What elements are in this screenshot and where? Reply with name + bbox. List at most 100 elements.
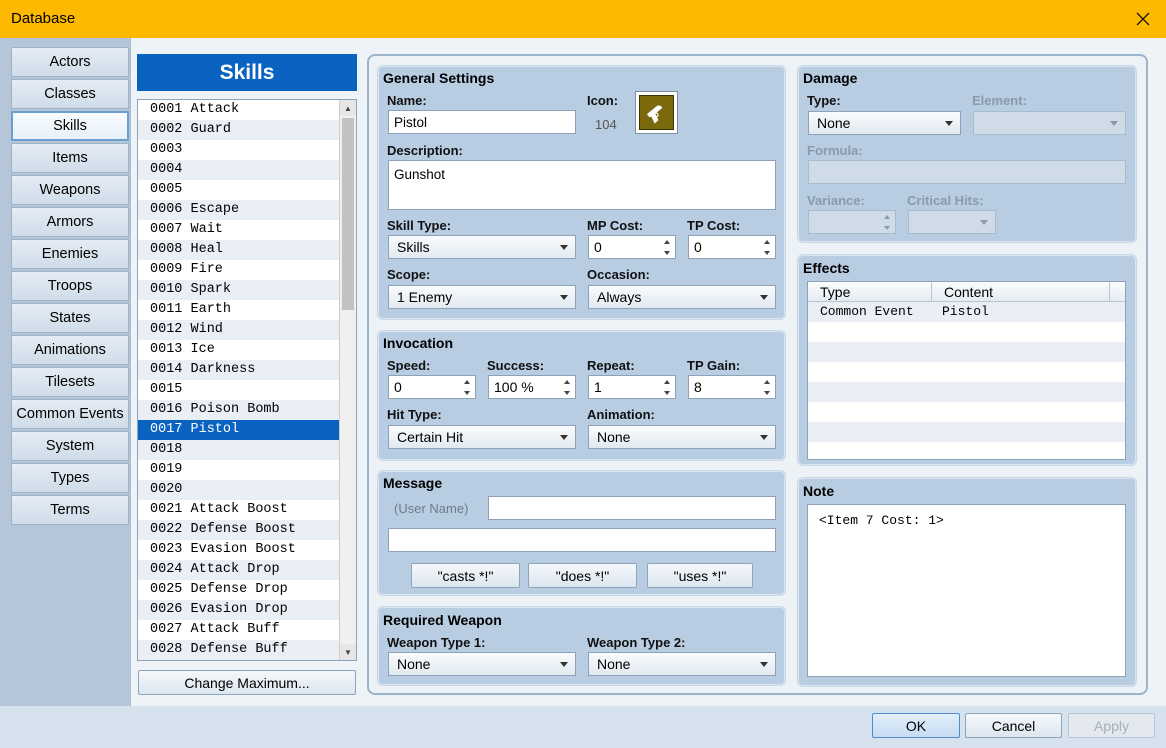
- list-item[interactable]: 0007 Wait: [138, 220, 356, 240]
- category-tab-animations[interactable]: Animations: [11, 335, 129, 365]
- category-tab-enemies[interactable]: Enemies: [11, 239, 129, 269]
- spin-arrows-icon[interactable]: [659, 376, 675, 398]
- category-tab-troops[interactable]: Troops: [11, 271, 129, 301]
- spin-arrows-icon[interactable]: [759, 376, 775, 398]
- category-tab-actors[interactable]: Actors: [11, 47, 129, 77]
- list-item[interactable]: 0010 Spark: [138, 280, 356, 300]
- scope-select[interactable]: 1 Enemy: [388, 285, 576, 309]
- weapon-type2-select[interactable]: None: [588, 652, 776, 676]
- list-item[interactable]: 0009 Fire: [138, 260, 356, 280]
- category-tab-terms[interactable]: Terms: [11, 495, 129, 525]
- list-item[interactable]: 0028 Defense Buff: [138, 640, 356, 660]
- note-textarea[interactable]: <Item 7 Cost: 1>: [807, 504, 1126, 677]
- list-item[interactable]: 0013 Ice: [138, 340, 356, 360]
- change-maximum-button[interactable]: Change Maximum...: [138, 670, 356, 695]
- category-tab-states[interactable]: States: [11, 303, 129, 333]
- repeat-stepper[interactable]: 1: [588, 375, 676, 399]
- list-item[interactable]: 0026 Evasion Drop: [138, 600, 356, 620]
- uses-button[interactable]: "uses *!": [647, 563, 753, 588]
- apply-button[interactable]: Apply: [1068, 713, 1155, 738]
- effects-row[interactable]: [808, 322, 1125, 342]
- close-button[interactable]: [1120, 0, 1166, 38]
- category-tab-types[interactable]: Types: [11, 463, 129, 493]
- list-item[interactable]: 0008 Heal: [138, 240, 356, 260]
- category-tab-common-events[interactable]: Common Events: [11, 399, 129, 429]
- scroll-down-icon[interactable]: ▼: [340, 644, 356, 660]
- tp-gain-stepper[interactable]: 8: [688, 375, 776, 399]
- spin-arrows-icon[interactable]: [879, 211, 895, 233]
- list-item[interactable]: 0020: [138, 480, 356, 500]
- skill-type-select[interactable]: Skills: [388, 235, 576, 259]
- ok-button[interactable]: OK: [872, 713, 960, 738]
- cancel-button[interactable]: Cancel: [965, 713, 1062, 738]
- list-item[interactable]: 0003: [138, 140, 356, 160]
- column-header-type[interactable]: Type: [808, 282, 932, 301]
- effects-row[interactable]: [808, 342, 1125, 362]
- spin-arrows-icon[interactable]: [659, 236, 675, 258]
- effects-row[interactable]: [808, 442, 1125, 459]
- casts-button[interactable]: "casts *!": [411, 563, 520, 588]
- speed-stepper[interactable]: 0: [388, 375, 476, 399]
- list-item[interactable]: 0004: [138, 160, 356, 180]
- list-scrollbar[interactable]: ▲ ▼: [339, 100, 356, 660]
- mp-cost-stepper[interactable]: 0: [588, 235, 676, 259]
- occasion-select[interactable]: Always: [588, 285, 776, 309]
- hit-type-select[interactable]: Certain Hit: [388, 425, 576, 449]
- list-item[interactable]: 0018: [138, 440, 356, 460]
- category-tab-classes[interactable]: Classes: [11, 79, 129, 109]
- list-item[interactable]: 0022 Defense Boost: [138, 520, 356, 540]
- element-select[interactable]: [973, 111, 1126, 135]
- formula-input[interactable]: [808, 160, 1126, 184]
- effects-row[interactable]: [808, 382, 1125, 402]
- scroll-up-icon[interactable]: ▲: [340, 100, 356, 116]
- list-item[interactable]: 0005: [138, 180, 356, 200]
- message-line2-input[interactable]: [388, 528, 776, 552]
- list-item[interactable]: 0014 Darkness: [138, 360, 356, 380]
- list-item[interactable]: 0024 Attack Drop: [138, 560, 356, 580]
- name-input[interactable]: Pistol: [388, 110, 576, 134]
- spin-arrows-icon[interactable]: [459, 376, 475, 398]
- category-tab-skills[interactable]: Skills: [11, 111, 129, 141]
- animation-select[interactable]: None: [588, 425, 776, 449]
- effects-row[interactable]: Common Event Pistol: [808, 302, 1125, 322]
- list-item[interactable]: 0006 Escape: [138, 200, 356, 220]
- success-stepper[interactable]: 100 %: [488, 375, 576, 399]
- skills-list[interactable]: 0001 Attack 0002 Guard 0003 0004 0005 0006 Es…: [137, 99, 357, 661]
- category-tab-tilesets[interactable]: Tilesets: [11, 367, 129, 397]
- message-line1-input[interactable]: [488, 496, 776, 520]
- list-item[interactable]: 0011 Earth: [138, 300, 356, 320]
- list-item[interactable]: 0016 Poison Bomb: [138, 400, 356, 420]
- list-item[interactable]: 0001 Attack: [138, 100, 356, 120]
- effects-row[interactable]: [808, 402, 1125, 422]
- tp-cost-stepper[interactable]: 0: [688, 235, 776, 259]
- critical-hits-label: Critical Hits:: [907, 193, 984, 208]
- category-tab-system[interactable]: System: [11, 431, 129, 461]
- list-item[interactable]: 0019: [138, 460, 356, 480]
- list-item[interactable]: 0027 Attack Buff: [138, 620, 356, 640]
- weapon-type1-select[interactable]: None: [388, 652, 576, 676]
- description-input[interactable]: Gunshot: [388, 160, 776, 210]
- spin-arrows-icon[interactable]: [559, 376, 575, 398]
- list-item[interactable]: 0017 Pistol: [138, 420, 356, 440]
- effects-row[interactable]: [808, 362, 1125, 382]
- category-tab-items[interactable]: Items: [11, 143, 129, 173]
- effects-table[interactable]: Type Content Common Event Pistol: [807, 281, 1126, 460]
- column-header-content[interactable]: Content: [932, 282, 1110, 301]
- list-item[interactable]: 0002 Guard: [138, 120, 356, 140]
- spin-arrows-icon[interactable]: [759, 236, 775, 258]
- mp-cost-value: 0: [594, 239, 602, 255]
- effects-row[interactable]: [808, 422, 1125, 442]
- icon-picker[interactable]: [635, 91, 678, 134]
- category-tab-weapons[interactable]: Weapons: [11, 175, 129, 205]
- does-button[interactable]: "does *!": [528, 563, 637, 588]
- variance-stepper[interactable]: [808, 210, 896, 234]
- list-item[interactable]: 0012 Wind: [138, 320, 356, 340]
- list-item[interactable]: 0021 Attack Boost: [138, 500, 356, 520]
- list-item[interactable]: 0015: [138, 380, 356, 400]
- category-tab-armors[interactable]: Armors: [11, 207, 129, 237]
- list-item[interactable]: 0025 Defense Drop: [138, 580, 356, 600]
- critical-hits-select[interactable]: [908, 210, 996, 234]
- scroll-thumb[interactable]: [342, 118, 354, 310]
- list-item[interactable]: 0023 Evasion Boost: [138, 540, 356, 560]
- damage-type-select[interactable]: None: [808, 111, 961, 135]
